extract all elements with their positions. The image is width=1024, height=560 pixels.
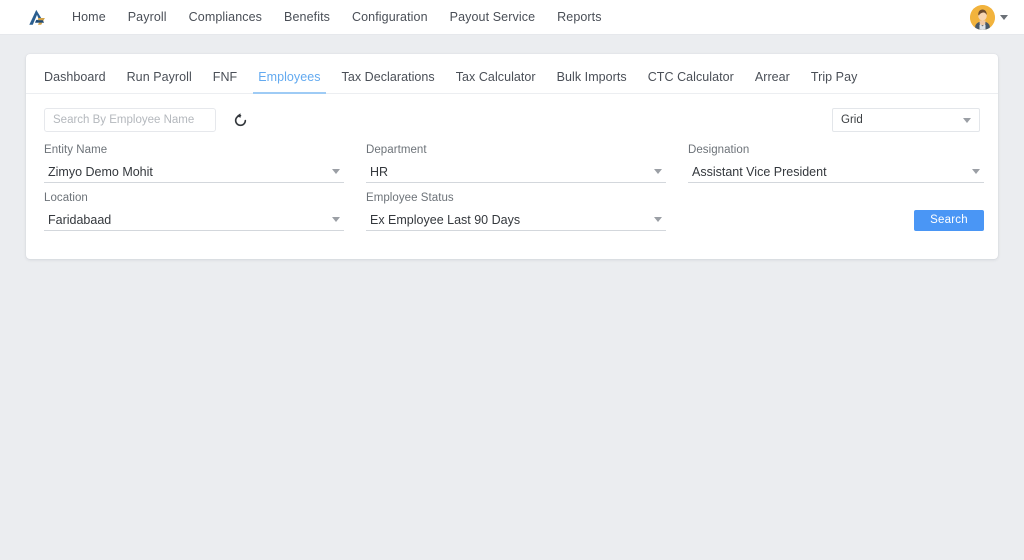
tab-arrear[interactable]: Arrear [755,70,790,93]
arrow-a-logo-icon[interactable] [24,5,50,31]
view-mode-select[interactable]: Grid [832,108,980,132]
view-mode-value: Grid [841,114,863,126]
location-value: Faridabaad [48,212,112,227]
department-value: HR [370,164,389,179]
tab-ctc-calculator[interactable]: CTC Calculator [648,70,734,93]
field-location: Location Faridabaad [44,192,344,231]
filter-toolbar: Grid [26,94,998,132]
designation-select[interactable]: Assistant Vice President [688,161,984,183]
location-label: Location [44,192,88,204]
top-navigation-bar: Home Payroll Compliances Benefits Config… [0,0,1024,35]
chevron-down-icon [963,117,971,123]
nav-item-benefits[interactable]: Benefits [284,0,330,35]
tab-fnf[interactable]: FNF [213,70,237,93]
employee-status-value: Ex Employee Last 90 Days [370,212,521,227]
tab-trip-pay[interactable]: Trip Pay [811,70,857,93]
chevron-down-icon [332,217,340,222]
designation-label: Designation [688,144,750,156]
nav-item-payroll[interactable]: Payroll [128,0,167,35]
tab-employees[interactable]: Employees [253,70,326,94]
user-menu[interactable] [970,5,1008,30]
tab-run-payroll[interactable]: Run Payroll [127,70,192,93]
field-designation: Designation Assistant Vice President [688,144,984,183]
avatar[interactable] [970,5,995,30]
tab-bulk-imports[interactable]: Bulk Imports [557,70,627,93]
search-button[interactable]: Search [914,210,984,231]
department-label: Department [366,144,427,156]
employee-status-select[interactable]: Ex Employee Last 90 Days [366,209,666,231]
entity-name-label: Entity Name [44,144,108,156]
entity-name-value: Zimyo Demo Mohit [48,164,153,179]
entity-name-select[interactable]: Zimyo Demo Mohit [44,161,344,183]
chevron-down-icon [972,169,980,174]
nav-item-home[interactable]: Home [72,0,106,35]
nav-item-payout-service[interactable]: Payout Service [450,0,535,35]
department-select[interactable]: HR [366,161,666,183]
chevron-down-icon [332,169,340,174]
tab-dashboard[interactable]: Dashboard [44,70,106,93]
page-content: Dashboard Run Payroll FNF Employees Tax … [0,35,1024,259]
main-nav-links: Home Payroll Compliances Benefits Config… [72,0,970,35]
toolbar-left-group [44,108,250,132]
tab-tax-declarations[interactable]: Tax Declarations [342,70,435,93]
nav-item-compliances[interactable]: Compliances [189,0,262,35]
chevron-down-icon[interactable] [1000,15,1008,20]
module-tabs: Dashboard Run Payroll FNF Employees Tax … [26,54,998,94]
chevron-down-icon [654,169,662,174]
field-entity-name: Entity Name Zimyo Demo Mohit [44,144,344,183]
search-input[interactable] [44,108,216,132]
field-department: Department HR [366,144,666,183]
refresh-reset-icon[interactable] [230,110,250,130]
tab-tax-calculator[interactable]: Tax Calculator [456,70,536,93]
chevron-down-icon [654,217,662,222]
employee-status-label: Employee Status [366,192,454,204]
search-action-cell: Search [688,192,984,231]
field-employee-status: Employee Status Ex Employee Last 90 Days [366,192,666,231]
employees-filter-card: Dashboard Run Payroll FNF Employees Tax … [26,54,998,259]
nav-item-configuration[interactable]: Configuration [352,0,428,35]
nav-item-reports[interactable]: Reports [557,0,601,35]
location-select[interactable]: Faridabaad [44,209,344,231]
designation-value: Assistant Vice President [692,164,827,179]
filter-form: Entity Name Zimyo Demo Mohit Department … [26,132,998,231]
